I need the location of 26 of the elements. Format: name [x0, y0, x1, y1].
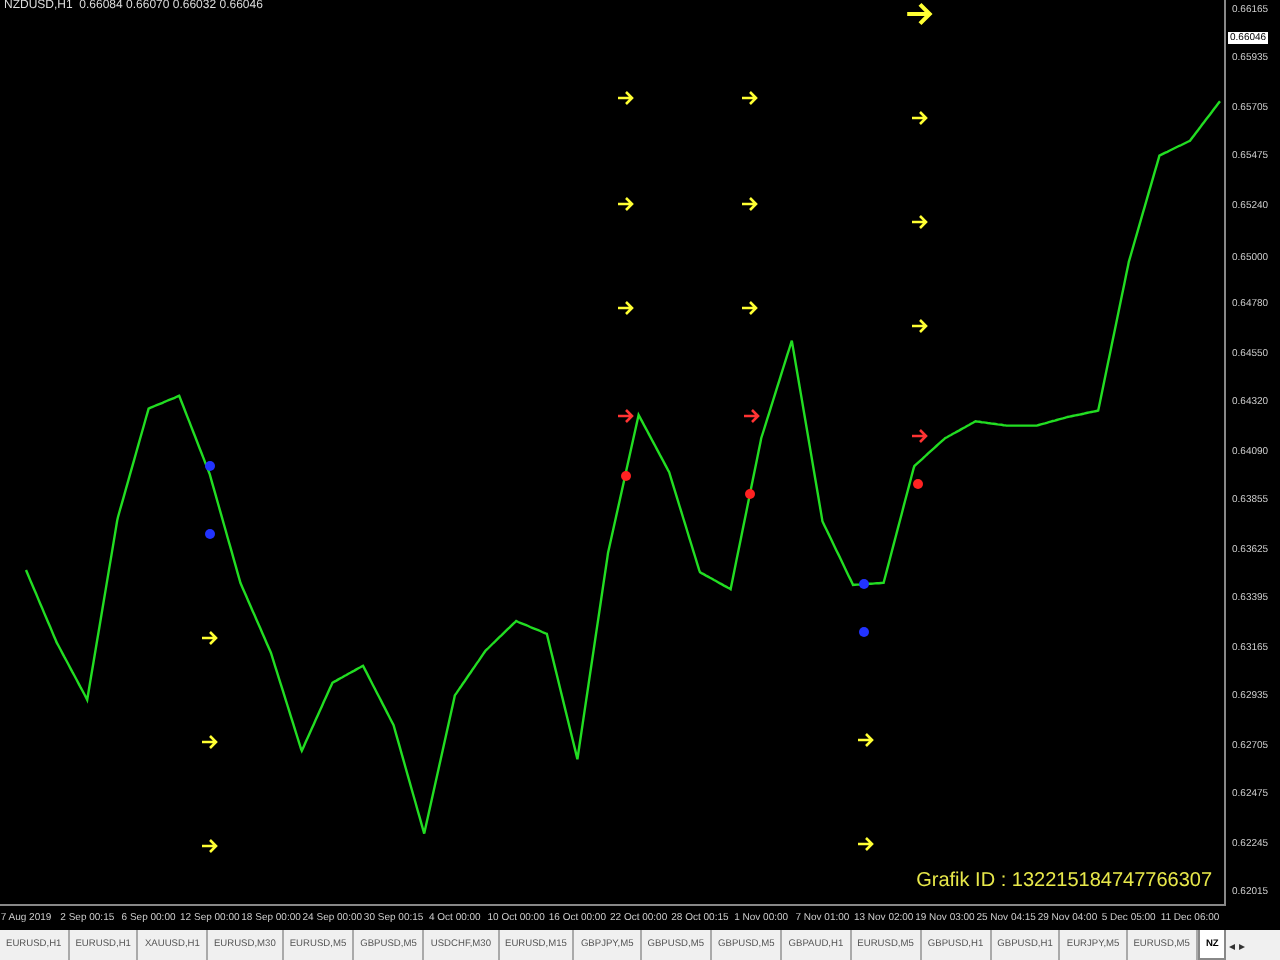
arrow-icon	[910, 428, 928, 444]
arrow-icon	[616, 90, 634, 106]
arrow-icon	[910, 318, 928, 334]
signal-dot	[859, 627, 869, 637]
arrow-icon	[616, 408, 634, 424]
arrow-icon	[740, 300, 758, 316]
chart-id-label: Grafik ID : 132215184747766307	[916, 870, 1212, 892]
arrow-icon	[616, 196, 634, 212]
arrow-icon	[740, 90, 758, 106]
signal-dot	[205, 529, 215, 539]
arrow-icon	[200, 630, 218, 646]
arrow-icon	[200, 734, 218, 750]
signal-dot	[621, 471, 631, 481]
arrow-icon	[856, 732, 874, 748]
arrow-icon	[905, 2, 933, 26]
arrow-icon	[616, 300, 634, 316]
signal-dot	[913, 479, 923, 489]
arrow-icon	[910, 214, 928, 230]
signal-dot	[745, 489, 755, 499]
arrow-icon	[200, 838, 218, 854]
arrow-icon	[742, 408, 760, 424]
arrow-icon	[910, 110, 928, 126]
arrow-icon	[740, 196, 758, 212]
arrow-icon	[856, 836, 874, 852]
signal-dot	[859, 579, 869, 589]
signal-dot	[205, 461, 215, 471]
